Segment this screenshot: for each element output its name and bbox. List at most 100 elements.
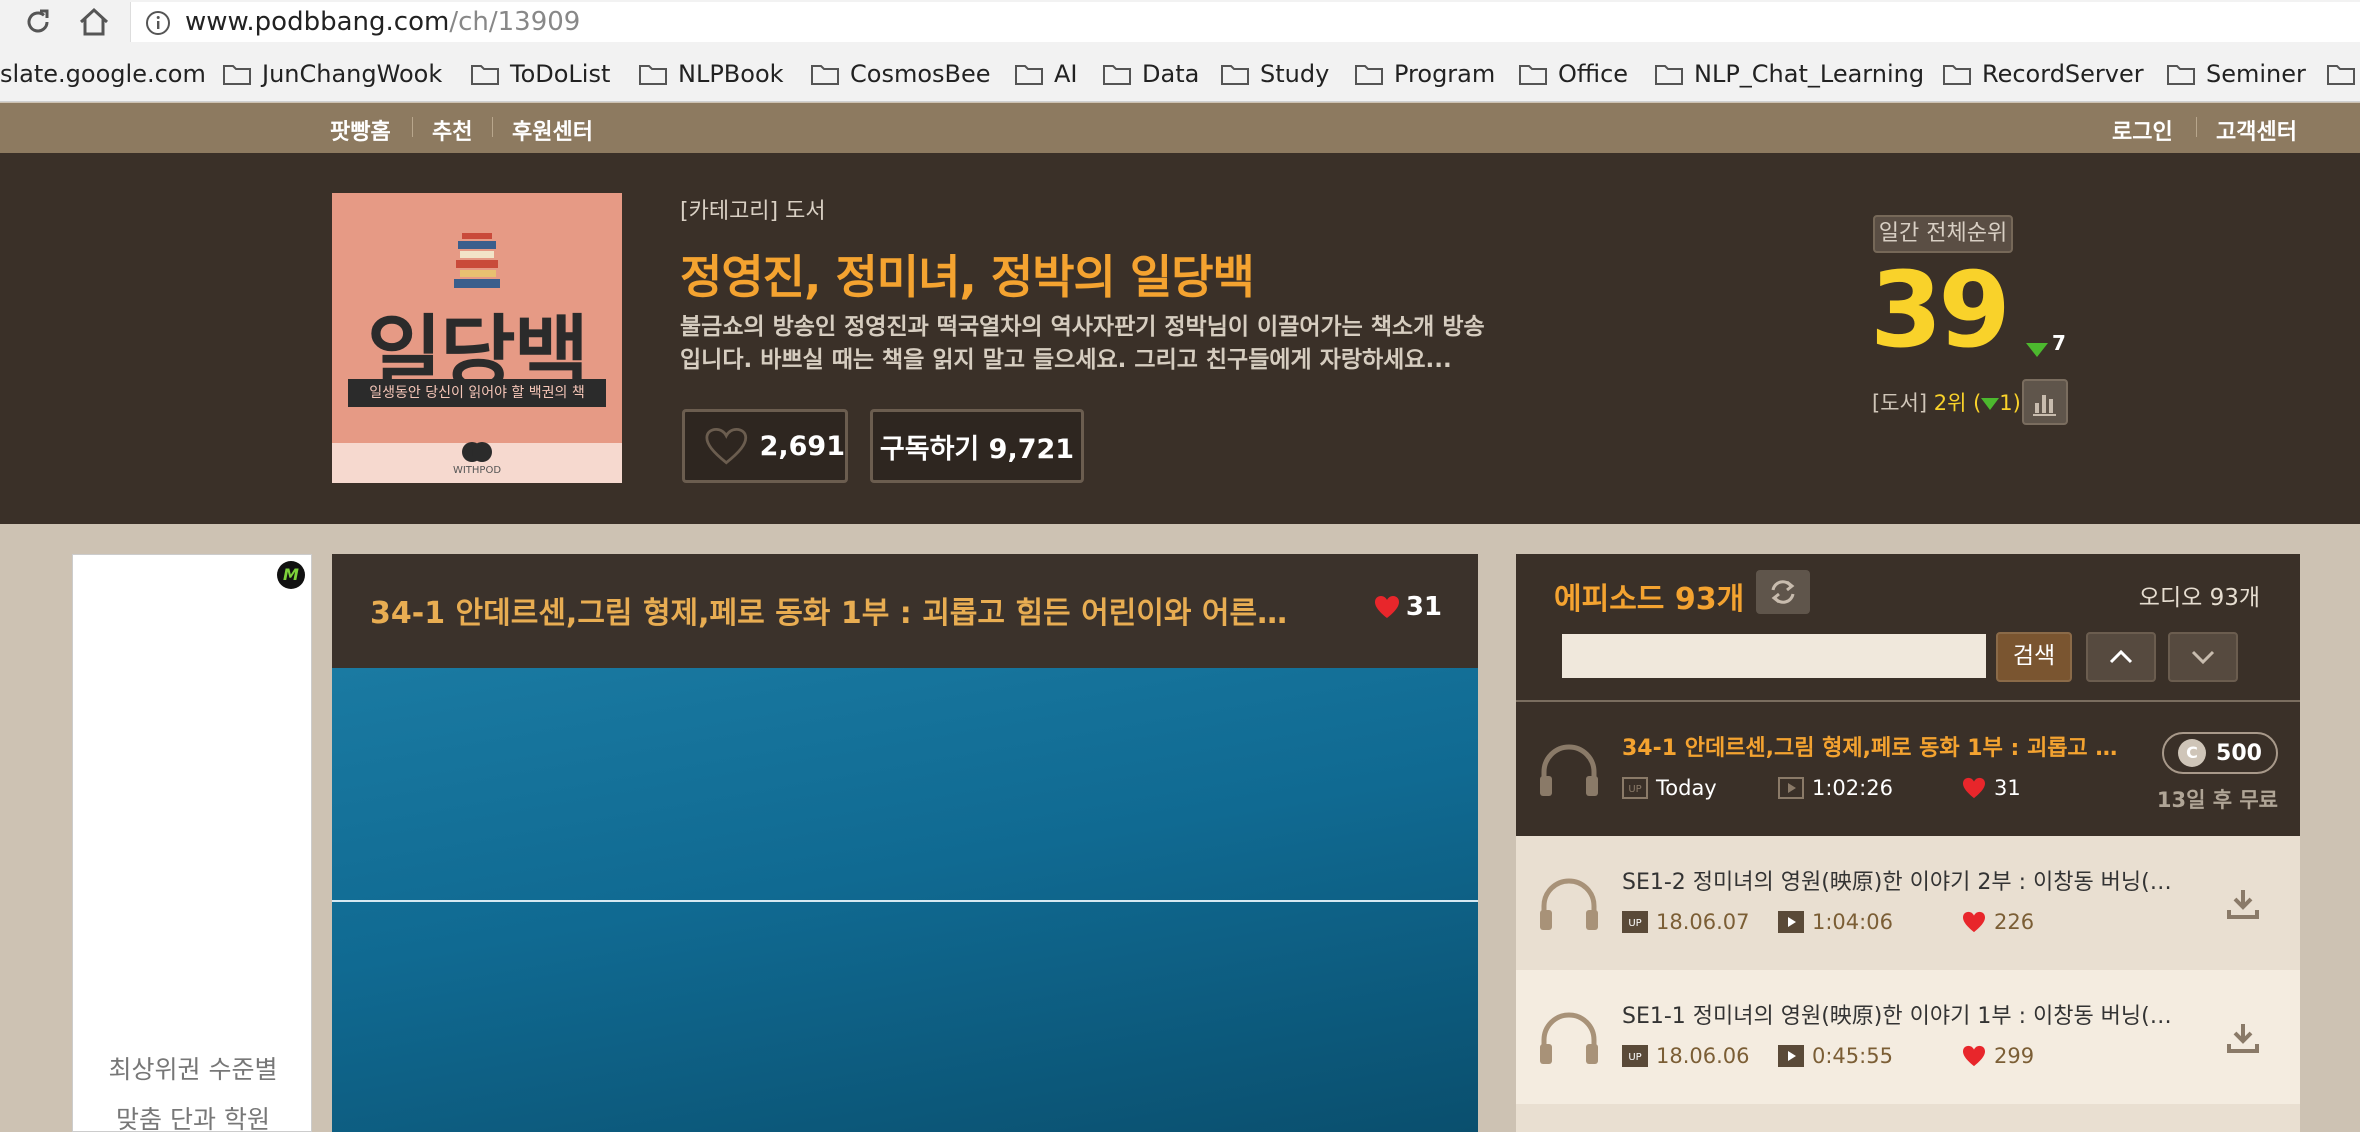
channel-cover[interactable]: 일당백 일생동안 당신이 읽어야 할 백권의 책 WITHPOD (332, 193, 622, 483)
bookmark-folder[interactable]: ToDoList (470, 58, 610, 90)
episode-date: UP Today (1622, 776, 1778, 800)
cover-subtitle: 일생동안 당신이 읽어야 할 백권의 책 (348, 379, 606, 407)
player-episode-title: 34-1 안데르센,그림 형제,페로 동화 1부 : 괴롭고 힘든 어린이와 어… (370, 596, 1290, 631)
episode-date: UP 18.06.07 (1622, 910, 1778, 934)
episode-duration: 1:04:06 (1778, 910, 1962, 934)
play-badge-icon (1778, 777, 1804, 799)
ad-badge: M (277, 561, 305, 589)
svg-text:UP: UP (1628, 784, 1641, 795)
nav-divider (412, 117, 413, 137)
episode-likes-text: 299 (1994, 1044, 2035, 1068)
bookmark-folder[interactable]: NLPBook (638, 58, 784, 90)
upload-badge-icon: UP (1622, 1045, 1648, 1067)
episode-likes-text: 31 (1994, 776, 2021, 800)
reload-icon[interactable] (22, 6, 54, 38)
episode-title[interactable]: SE1-1 정미녀의 영원(映原)한 이야기 1부 : 이창동 버닝(B… (1622, 998, 2182, 1030)
bookmark-folder[interactable]: RecordServer (1942, 58, 2144, 90)
support-link[interactable]: 고객센터 (2216, 114, 2297, 146)
price-badge[interactable]: C 500 (2162, 732, 2278, 774)
player-progress-line[interactable] (332, 900, 1478, 902)
subscribe-button[interactable]: 구독하기 9,721 (870, 409, 1084, 483)
like-button[interactable]: 2,691 (682, 409, 848, 483)
refresh-icon (1771, 580, 1795, 604)
svg-text:UP: UP (1628, 918, 1641, 929)
download-icon[interactable] (2226, 888, 2260, 920)
ranking-chart-button[interactable] (2022, 379, 2068, 425)
episode-duration-text: 1:02:26 (1812, 776, 1893, 800)
bookmark-item[interactable]: slate.google.com (0, 58, 206, 90)
folder-icon (471, 65, 499, 85)
bookmark-folder[interactable]: Study (1220, 58, 1329, 90)
episode-duration-text: 0:45:55 (1812, 1044, 1893, 1068)
heart-icon (1963, 1045, 1985, 1067)
heart-icon (1963, 911, 1985, 933)
headphones-icon (1540, 878, 1598, 930)
player-like-button[interactable]: 31 (1374, 592, 1442, 622)
ad-text: 최상위권 수준별 맞춤 단과 학원 (73, 1045, 313, 1132)
bookmark-label: Seminer (2206, 60, 2306, 88)
bookmark-label: Office (1558, 60, 1629, 88)
search-button[interactable]: 검색 (1996, 632, 2072, 682)
bookmark-label: Data (1142, 60, 1200, 88)
bookmark-folder[interactable]: Office (1518, 58, 1628, 90)
bookmark-folder[interactable]: NLP_Chat_Learning (1654, 58, 1924, 90)
bookmark-label: ToDoList (510, 60, 611, 88)
folder-icon (1519, 65, 1547, 85)
nav-recommend-link[interactable]: 추천 (432, 114, 472, 146)
bookmark-folder[interactable]: Data (1102, 58, 1199, 90)
ad-line: 최상위권 수준별 (108, 1055, 278, 1084)
address-bar[interactable]: www.podbbang.com/ch/13909 (130, 2, 2360, 42)
category-ranking: [도서] 2위 (1) (1872, 387, 2021, 417)
episode-item[interactable]: SE1-2 정미녀의 영원(映原)한 이야기 2부 : 이창동 버닝(B… UP… (1516, 836, 2300, 970)
info-icon[interactable] (145, 10, 171, 36)
episode-date: UP 18.06.06 (1622, 1044, 1778, 1068)
audio-count: 오디오 93개 (2138, 585, 2260, 611)
bar-chart-icon (2033, 395, 2056, 416)
play-badge-icon (1778, 911, 1804, 933)
bookmark-folder[interactable]: JunChangWook (222, 58, 442, 90)
home-icon[interactable] (76, 4, 112, 40)
sort-descending-button[interactable] (2168, 632, 2238, 682)
channel-title: 정영진, 정미녀, 정박의 일당백 (680, 250, 1255, 304)
episode-date-text: 18.06.06 (1656, 1044, 1750, 1068)
login-link[interactable]: 로그인 (2112, 114, 2173, 146)
bookmark-folder[interactable]: Seminer (2166, 58, 2306, 90)
bookmark-folder[interactable]: CosmosBee (810, 58, 991, 90)
bookmark-folder[interactable]: AI (1014, 58, 1078, 90)
bookmark-folder[interactable] (2326, 58, 2360, 90)
episode-search-input[interactable] (1562, 634, 1986, 678)
upload-badge-icon: UP (1622, 911, 1648, 933)
chevron-down-icon (2191, 650, 2215, 665)
url-host: www.podbbang.com (185, 7, 450, 37)
bookmark-label: NLP_Chat_Learning (1694, 60, 1925, 88)
bookmark-folder[interactable]: Program (1354, 58, 1495, 90)
refresh-button[interactable] (1756, 570, 1810, 614)
nav-home-link[interactable]: 팟빵홈 (330, 114, 391, 146)
svg-text:UP: UP (1628, 1052, 1641, 1063)
episode-item-partial[interactable] (1516, 1104, 2300, 1132)
category-rank-prefix: [도서] (1872, 391, 1934, 415)
bookmarks-bar: slate.google.com JunChangWook ToDoList N… (0, 46, 2360, 102)
nav-sponsor-link[interactable]: 후원센터 (512, 114, 593, 146)
category-label[interactable]: [카테고리] 도서 (680, 193, 826, 225)
play-badge-icon (1778, 1045, 1804, 1067)
heart-icon (1374, 596, 1399, 618)
heart-outline-icon (705, 427, 748, 465)
like-count: 2,691 (759, 430, 845, 462)
episode-item[interactable]: SE1-1 정미녀의 영원(映原)한 이야기 1부 : 이창동 버닝(B… UP… (1516, 970, 2300, 1104)
episode-title[interactable]: 34-1 안데르센,그림 형제,페로 동화 1부 : 괴롭고 … (1622, 730, 2182, 762)
episode-item-current[interactable]: 34-1 안데르센,그림 형제,페로 동화 1부 : 괴롭고 … UP Today… (1516, 700, 2300, 834)
folder-icon (1943, 65, 1971, 85)
player-like-count: 31 (1405, 592, 1442, 622)
url-text[interactable]: www.podbbang.com/ch/13909 (185, 7, 580, 37)
ad-banner[interactable]: M 최상위권 수준별 맞춤 단과 학원 (72, 554, 312, 1132)
download-icon[interactable] (2226, 1022, 2260, 1054)
bookmark-label: RecordServer (1982, 60, 2144, 88)
sort-ascending-button[interactable] (2086, 632, 2156, 682)
chevron-up-icon (2109, 649, 2133, 664)
episode-meta: UP 18.06.06 0:45:55 299 (1622, 1044, 2034, 1068)
player-area[interactable] (332, 668, 1478, 1132)
withpod-logo-icon (462, 442, 492, 462)
folder-icon (1103, 65, 1131, 85)
episode-title[interactable]: SE1-2 정미녀의 영원(映原)한 이야기 2부 : 이창동 버닝(B… (1622, 864, 2182, 896)
